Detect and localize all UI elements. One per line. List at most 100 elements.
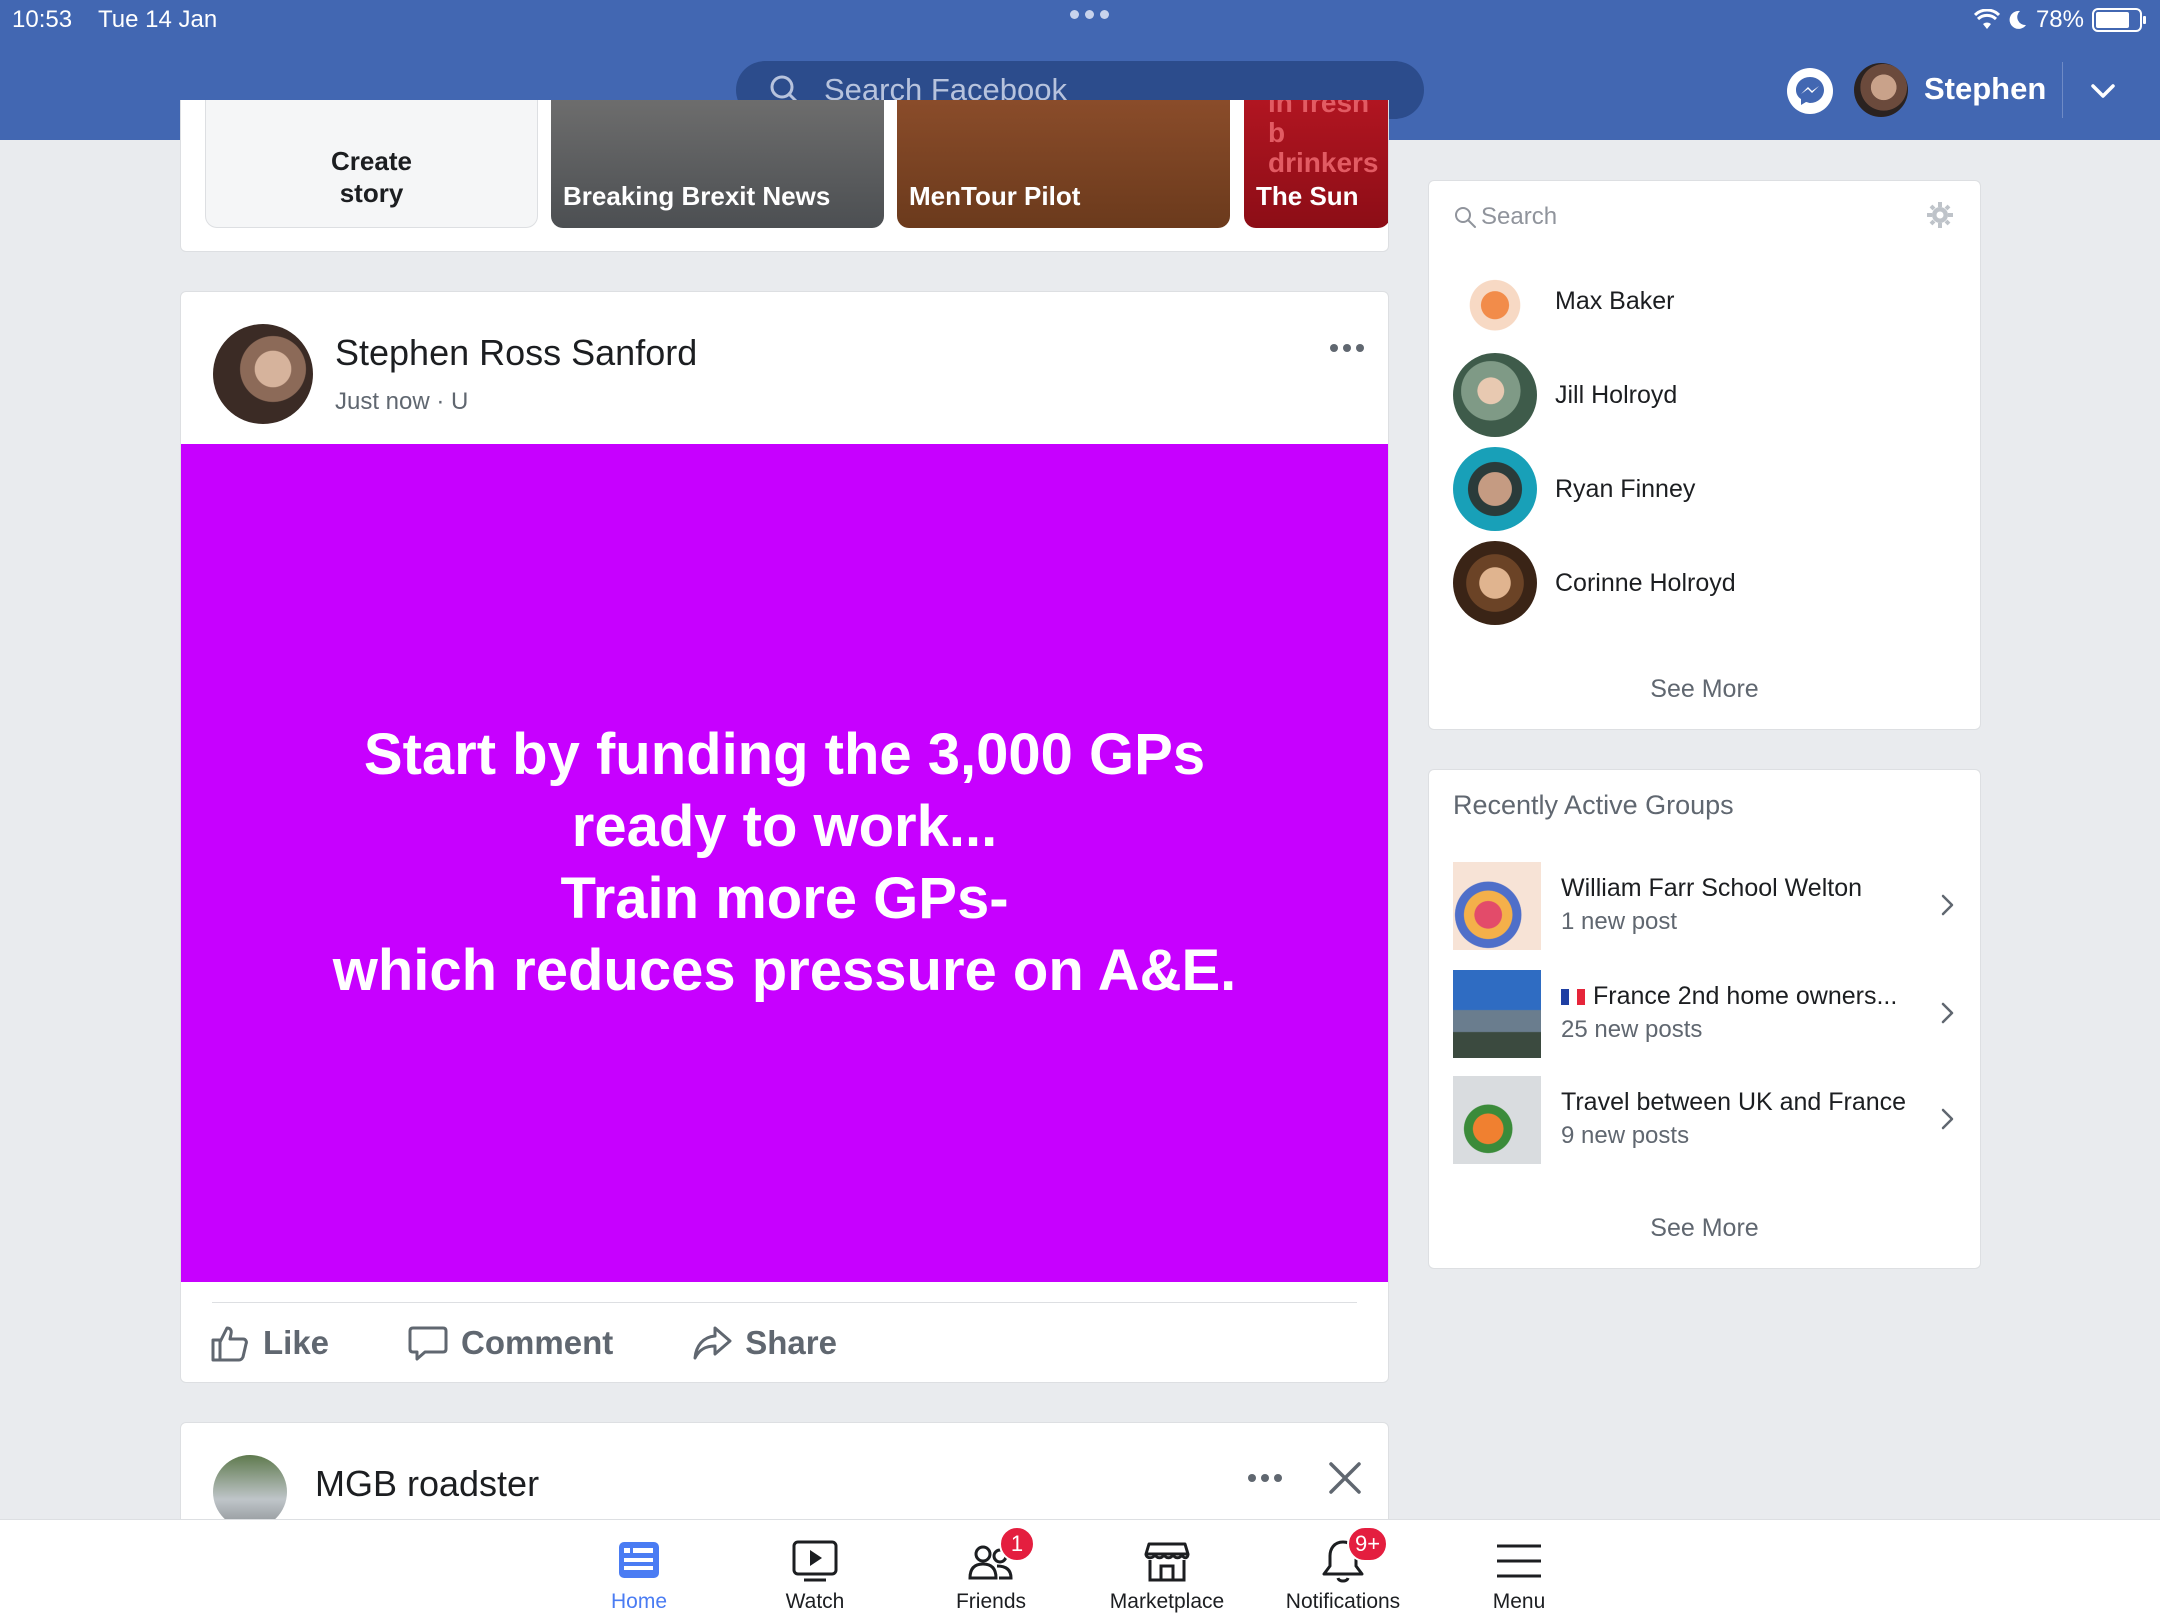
contact-name: Ryan Finney (1555, 474, 1696, 503)
chevron-down-icon[interactable] (2090, 78, 2116, 104)
group-thumbnail (1453, 862, 1541, 950)
tab-label: Watch (785, 1590, 845, 1613)
tab-label: Home (610, 1590, 668, 1613)
see-more-contacts-link[interactable]: See More (1429, 675, 1980, 704)
contact-item[interactable]: Max Baker (1453, 259, 1674, 343)
contact-name: Corinne Holroyd (1555, 568, 1736, 597)
chevron-right-icon (1941, 1108, 1954, 1130)
story-card[interactable]: MenTour Pilot (897, 100, 1230, 228)
wifi-icon (1973, 9, 2000, 29)
multitask-dots-icon[interactable] (1070, 10, 1109, 19)
tab-label: Notifications (1285, 1590, 1401, 1613)
profile-name[interactable]: Stephen (1924, 71, 2046, 107)
story-card[interactable]: in fresh b drinkers The Sun (1244, 100, 1388, 228)
contact-item[interactable]: Jill Holroyd (1453, 353, 1677, 437)
more-options-icon[interactable] (1330, 344, 1364, 352)
battery-icon (2092, 8, 2146, 32)
thumbs-up-icon (211, 1326, 248, 1362)
share-button[interactable]: Share (691, 1322, 837, 1364)
page-avatar[interactable] (213, 1455, 287, 1529)
notifications-badge: 9+ (1347, 1526, 1389, 1562)
group-name: France 2nd home owners... (1561, 982, 1897, 1011)
status-right: 78% (1973, 6, 2146, 34)
share-icon (693, 1326, 732, 1360)
post-text-background: Start by funding the 3,000 GPs ready to … (181, 444, 1388, 1282)
tab-label: Menu (1492, 1590, 1546, 1613)
story-label: Create story (331, 146, 412, 208)
contact-avatar (1453, 541, 1537, 625)
story-preview-text: in fresh b drinkers (1268, 100, 1379, 178)
profile-avatar[interactable] (1854, 63, 1908, 117)
stories-tray: Create story Breaking Brexit News MenTou… (180, 100, 1389, 252)
contact-avatar (1453, 259, 1537, 343)
tab-menu[interactable]: Menu (1431, 1520, 1607, 1620)
feed-post: Stephen Ross Sanford Just now · U Start … (180, 291, 1389, 1383)
story-card[interactable]: Breaking Brexit News (551, 100, 884, 228)
tab-label: Marketplace (1109, 1590, 1225, 1613)
friends-badge: 1 (999, 1526, 1035, 1562)
france-flag-icon (1561, 989, 1585, 1006)
marketplace-icon (1144, 1542, 1190, 1582)
divider (212, 1302, 1357, 1303)
recently-active-groups-panel: Recently Active Groups William Farr Scho… (1428, 769, 1981, 1269)
groups-title: Recently Active Groups (1453, 790, 1734, 820)
tab-marketplace[interactable]: Marketplace (1079, 1520, 1255, 1620)
post-meta[interactable]: Just now · U (335, 388, 468, 416)
contacts-search-placeholder: Search (1481, 203, 1558, 230)
share-label: Share (745, 1324, 837, 1361)
contact-name: Jill Holroyd (1555, 380, 1678, 409)
group-name: Travel between UK and France (1561, 1088, 1907, 1116)
like-label: Like (263, 1324, 330, 1361)
author-avatar[interactable] (213, 324, 313, 424)
story-label: The Sun (1256, 181, 1359, 211)
group-item[interactable]: William Farr School Welton 1 new post (1453, 862, 1958, 950)
group-thumbnail (1453, 970, 1541, 1058)
tab-label: Friends (955, 1590, 1027, 1613)
create-story-card[interactable]: Create story (205, 100, 538, 228)
contact-avatar (1453, 447, 1537, 531)
tab-watch[interactable]: Watch (727, 1520, 903, 1620)
contact-avatar (1453, 353, 1537, 437)
header-divider (2062, 62, 2063, 118)
author-name[interactable]: MGB roadster (315, 1463, 539, 1505)
group-name: William Farr School Welton (1561, 874, 1863, 902)
author-name[interactable]: Stephen Ross Sanford (335, 332, 697, 374)
story-label: Breaking Brexit News (563, 181, 831, 211)
tab-friends[interactable]: 1 Friends (903, 1520, 1079, 1620)
contact-item[interactable]: Ryan Finney (1453, 447, 1695, 531)
home-icon (619, 1542, 659, 1578)
comment-label: Comment (461, 1324, 614, 1361)
see-more-groups-link[interactable]: See More (1429, 1214, 1980, 1243)
contacts-search[interactable]: Search (1453, 203, 1557, 231)
chevron-right-icon (1941, 894, 1954, 916)
group-item[interactable]: Travel between UK and France 9 new posts (1453, 1076, 1958, 1164)
contact-name: Max Baker (1555, 286, 1675, 315)
post-text: Start by funding the 3,000 GPs ready to … (332, 722, 1237, 1003)
watch-icon (792, 1540, 838, 1582)
contact-item[interactable]: Corinne Holroyd (1453, 541, 1736, 625)
tab-home[interactable]: Home (551, 1520, 727, 1620)
contacts-panel: Search Max Baker Jill Holroyd Ryan Finne… (1428, 180, 1981, 730)
story-label: MenTour Pilot (909, 181, 1081, 211)
status-date: Tue 14 Jan (98, 6, 218, 33)
battery-percent: 78% (2035, 6, 2084, 33)
comment-icon (408, 1326, 448, 1361)
more-options-icon[interactable] (1248, 1474, 1282, 1482)
group-thumbnail (1453, 1076, 1541, 1164)
post-actions: Like Comment Share (209, 1322, 837, 1364)
close-icon[interactable] (1326, 1459, 1364, 1497)
status-bar: 10:53 Tue 14 Jan 78% (12, 6, 2148, 36)
group-activity: 25 new posts (1561, 1016, 1703, 1043)
chevron-right-icon (1941, 1002, 1954, 1024)
group-activity: 1 new post (1561, 908, 1678, 935)
menu-icon (1497, 1544, 1541, 1578)
comment-button[interactable]: Comment (407, 1322, 613, 1364)
gear-icon[interactable] (1926, 201, 1954, 229)
moon-icon (2009, 10, 2026, 29)
tab-notifications[interactable]: 9+ Notifications (1255, 1520, 1431, 1620)
group-item[interactable]: France 2nd home owners... 25 new posts (1453, 970, 1958, 1058)
status-time: 10:53 (12, 6, 73, 33)
like-button[interactable]: Like (209, 1322, 329, 1364)
messenger-icon[interactable] (1787, 68, 1833, 114)
group-activity: 9 new posts (1561, 1122, 1690, 1149)
